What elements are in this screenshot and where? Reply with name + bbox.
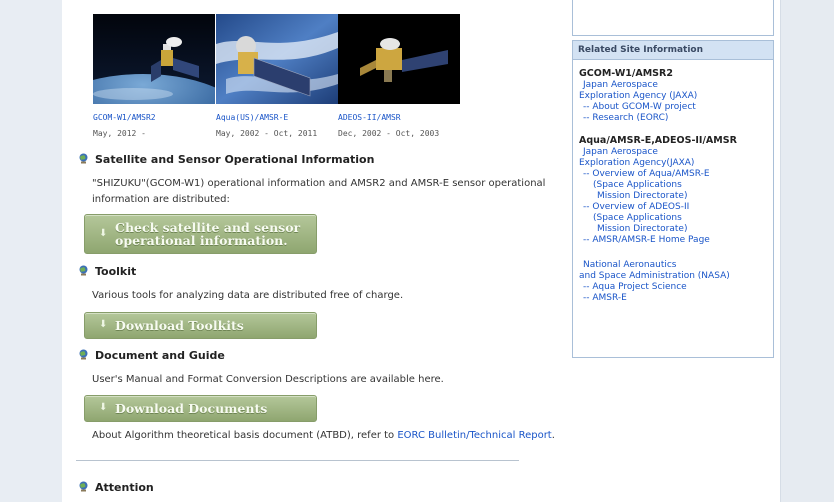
down-arrow-icon: ⬇ [99, 402, 108, 413]
related-site-header: Related Site Information [573, 41, 773, 60]
download-documents-label: Download Documents [115, 401, 268, 416]
check-satellite-info-label: Check satellite and sensor operational i… [115, 220, 301, 248]
adeos-ii-amsr-link[interactable]: ADEOS-II/AMSR [338, 113, 401, 122]
down-arrow-icon: ⬇ [99, 228, 108, 239]
gcom-w1-amsr2-link[interactable]: GCOM-W1/AMSR2 [93, 113, 156, 122]
download-toolkits-button[interactable]: ⬇ Download Toolkits [84, 312, 317, 339]
toolkit-desc: Various tools for analyzing data are dis… [92, 290, 404, 301]
globe-icon [79, 481, 88, 492]
related-link-overview-adeos[interactable]: (Space Applications [593, 213, 682, 224]
document-desc: User's Manual and Format Conversion Desc… [92, 374, 444, 385]
related-link-amsr-e[interactable]: -- AMSR-E [583, 293, 627, 304]
satellite-desc-line-2: information are distributed: [92, 194, 230, 205]
check-satellite-info-button[interactable]: ⬇ Check satellite and sensor operational… [84, 214, 317, 254]
aqua-dates: May, 2002 - Oct, 2011 [216, 129, 318, 138]
eorc-bulletin-link[interactable]: EORC Bulletin/Technical Report [397, 430, 551, 441]
related-link-overview-adeos[interactable]: Mission Directorate) [597, 224, 687, 235]
related-link-aqua-science[interactable]: -- Aqua Project Science [583, 282, 687, 293]
down-arrow-icon: ⬇ [99, 319, 108, 330]
related-link-overview-aqua[interactable]: Mission Directorate) [597, 191, 687, 202]
right-gutter [780, 0, 834, 502]
atbd-note-prefix: About Algorithm theoretical basis docume… [92, 430, 398, 441]
related-link-about-gcom-w[interactable]: -- About GCOM-W project [583, 102, 696, 113]
globe-icon [79, 349, 88, 360]
gcom-w1-dates: May, 2012 - [93, 129, 146, 138]
section-divider [76, 460, 519, 461]
related-link-nasa[interactable]: National Aeronautics [583, 260, 677, 271]
atbd-note-suffix: . [551, 430, 555, 441]
aqua-satellite-image[interactable] [216, 14, 338, 104]
section-title-satellite: Satellite and Sensor Operational Informa… [95, 153, 375, 166]
related-site-panel: Related Site Information GCOM-W1/AMSR2 J… [572, 40, 774, 358]
related-link-amsr-home[interactable]: -- AMSR/AMSR-E Home Page [583, 235, 710, 246]
download-toolkits-label: Download Toolkits [115, 318, 244, 333]
related-link-jaxa-2[interactable]: Exploration Agency(JAXA) [579, 158, 694, 169]
atbd-note: About Algorithm theoretical basis docume… [92, 428, 555, 444]
related-link-overview-adeos[interactable]: -- Overview of ADEOS-II [583, 202, 689, 213]
sidebar-top-box [572, 0, 774, 36]
section-title-document: Document and Guide [95, 349, 225, 362]
satellite-desc-line-1: "SHIZUKU"(GCOM-W1) operational informati… [92, 178, 546, 189]
gcom-w1-satellite-image[interactable] [93, 14, 215, 104]
related-link-overview-aqua[interactable]: -- Overview of Aqua/AMSR-E [583, 169, 710, 180]
adeos-ii-dates: Dec, 2002 - Oct, 2003 [338, 129, 440, 138]
related-link-research-eorc[interactable]: -- Research (EORC) [583, 113, 668, 124]
aqua-amsr-e-link[interactable]: Aqua(US)/AMSR-E [216, 113, 288, 122]
section-title-toolkit: Toolkit [95, 265, 137, 278]
related-link-jaxa-2[interactable]: Japan Aerospace [583, 147, 658, 158]
related-heading-aqua-adeos: Aqua/AMSR-E,ADEOS-II/AMSR [579, 135, 737, 146]
download-documents-button[interactable]: ⬇ Download Documents [84, 395, 317, 422]
related-link-nasa[interactable]: and Space Administration (NASA) [579, 271, 730, 282]
section-title-attention: Attention [95, 481, 154, 494]
related-link-jaxa[interactable]: Japan Aerospace [583, 80, 658, 91]
adeos-ii-satellite-image[interactable] [338, 14, 460, 104]
related-link-overview-aqua[interactable]: (Space Applications [593, 180, 682, 191]
globe-icon [79, 153, 88, 164]
related-link-jaxa[interactable]: Exploration Agency (JAXA) [579, 91, 697, 102]
related-heading-gcom: GCOM-W1/AMSR2 [579, 68, 673, 79]
globe-icon [79, 265, 88, 276]
